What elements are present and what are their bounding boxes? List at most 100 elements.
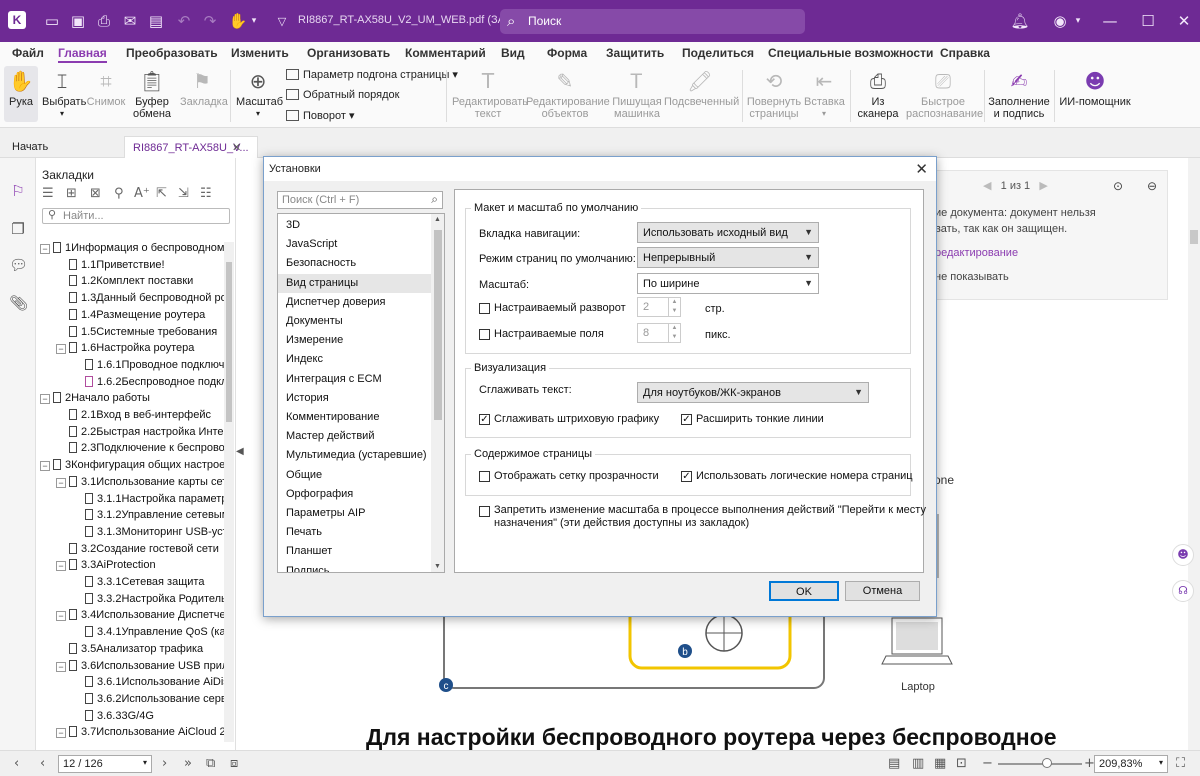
category-item[interactable]: Подпись [278, 562, 431, 572]
zoom-out-icon[interactable]: − [982, 756, 993, 771]
bookmark-item[interactable]: 1.2Комплект поставки [56, 275, 193, 292]
bookmark-delete-icon[interactable]: ⊠ [90, 186, 101, 201]
collapse-toggle-icon[interactable]: − [56, 611, 66, 622]
settings-circle-icon[interactable]: ⊙ [1113, 179, 1123, 193]
bookmark-button[interactable]: ⚑ Закладка [180, 66, 228, 108]
menu-share[interactable]: Поделиться [682, 46, 754, 60]
next-page-icon[interactable]: › [162, 756, 167, 771]
window-icon[interactable]: ▤ [146, 11, 166, 31]
bookmark-item[interactable]: 3.2Создание гостевой сети [56, 542, 219, 560]
print-icon[interactable]: ⎙ [94, 11, 114, 31]
from-scanner-button[interactable]: ⎙ Из сканера [854, 66, 902, 120]
bookmarks-scrollbar-thumb[interactable] [226, 262, 232, 422]
edit-text-button[interactable]: T Редактировать текст [452, 66, 528, 120]
collapse-toggle-icon[interactable]: − [40, 394, 50, 405]
fit-page-button[interactable]: Параметр подгона страницы ▾ [286, 68, 458, 81]
bookmark-item[interactable]: − 3.3AiProtection [56, 559, 156, 576]
bookmark-item[interactable]: 1.6.2Беспроводное подклк [72, 375, 224, 393]
category-item[interactable]: Орфография [278, 485, 431, 504]
bookmark-options-icon[interactable]: ☷ [200, 186, 212, 201]
fullscreen-icon[interactable]: ⛶ [1176, 756, 1185, 771]
bookmark-item[interactable]: 3.6.33G/4G [72, 709, 154, 727]
category-item[interactable]: История [278, 389, 431, 408]
ok-button[interactable]: OK [769, 581, 839, 601]
menu-help[interactable]: Справка [940, 46, 990, 60]
rotate-pages-button[interactable]: ⟲ Повернуть страницы [746, 66, 802, 120]
category-item[interactable]: 3D [278, 216, 431, 235]
ai-assistant-button[interactable]: ☻ ИИ-помощник [1058, 66, 1132, 108]
menu-organize[interactable]: Организовать [307, 46, 390, 60]
zoom-percent-input[interactable]: 209,83% ▾ [1094, 755, 1168, 773]
smooth-lineart-checkbox[interactable]: ✓ [479, 414, 490, 425]
copy-page-icon[interactable]: ⧉ [206, 756, 215, 771]
category-item[interactable]: Интеграция с ECM [278, 370, 431, 389]
bookmark-item[interactable]: 1.5Системные требования [56, 325, 217, 343]
bookmark-item[interactable]: 1.6.1Проводное подключе [72, 358, 224, 376]
bookmark-item[interactable]: − 3.1Использование карты сети [56, 475, 224, 493]
document-scrollbar[interactable] [1188, 158, 1200, 750]
category-search-input[interactable]: Поиск (Ctrl + F) ⌕ [277, 191, 443, 209]
minus-circle-icon[interactable]: ⊖ [1147, 179, 1157, 193]
bookmark-item[interactable]: 3.1.3Мониторинг USB-устр [72, 525, 224, 543]
page-mode-dropdown[interactable]: Непрерывный ▼ [637, 247, 819, 268]
search-input[interactable]: ⌕ Поиск [500, 9, 805, 34]
close-icon[interactable]: ✕ [1174, 11, 1194, 31]
category-scrollbar-thumb[interactable] [434, 230, 442, 420]
bookmark-add-icon[interactable]: ⊞ [66, 186, 77, 201]
maximize-icon[interactable]: ☐ [1138, 11, 1158, 31]
bookmark-item[interactable]: 3.6.2Использование сервер [72, 692, 224, 710]
category-item[interactable]: Вид страницы [278, 273, 431, 293]
category-item[interactable]: Мастер действий [278, 427, 431, 446]
category-item[interactable]: Мультимедиа (устаревшие) [278, 446, 431, 465]
collapse-toggle-icon[interactable]: − [40, 244, 50, 254]
enable-editing-link[interactable]: редактирование [935, 247, 1018, 259]
ai-side-icon[interactable]: ☻ [1172, 544, 1194, 566]
collapse-toggle-icon[interactable]: − [56, 661, 66, 672]
category-item[interactable]: Измерение [278, 331, 431, 350]
bookmark-find-icon[interactable]: ⚲ [114, 186, 124, 201]
bookmark-item[interactable]: 3.1.2Управление сетевыми [72, 509, 224, 526]
prev-nav-icon[interactable]: ‹ [14, 756, 19, 771]
stepper-arrows-icon[interactable]: ▲ ▼ [668, 298, 680, 316]
bookmark-item[interactable]: − 1.6Настройка роутера [56, 342, 194, 359]
single-page-icon[interactable]: ▤ [888, 756, 900, 771]
select-button[interactable]: 𝙸 Выбрать ▾ [42, 66, 86, 120]
bookmark-item[interactable]: 3.6.1Использование AiDisk [72, 676, 224, 693]
headset-side-icon[interactable]: ☊ [1172, 580, 1194, 602]
zoom-slider[interactable] [998, 763, 1082, 765]
expand-all-icon[interactable]: ⇱ [156, 186, 167, 201]
custom-margins-checkbox[interactable] [479, 329, 490, 340]
stepper-arrows-icon[interactable]: ▲ ▼ [668, 324, 680, 342]
last-page-icon[interactable]: » [184, 756, 192, 771]
menu-protect[interactable]: Защитить [606, 46, 664, 60]
bell-icon[interactable]: 🔔︎ [1010, 11, 1030, 31]
highlight-button[interactable]: 🖍︎ Подсвеченный [664, 66, 739, 108]
custom-spread-checkbox[interactable] [479, 303, 490, 314]
email-icon[interactable]: ✉ [120, 11, 140, 31]
collapse-toggle-icon[interactable]: − [56, 561, 66, 572]
rotate-button[interactable]: Поворот ▾ [286, 109, 354, 122]
collapse-toggle-icon[interactable]: − [56, 477, 66, 488]
bookmark-item[interactable]: 3.4.1Управление QoS (каче [72, 626, 224, 643]
thin-lines-checkbox[interactable]: ✓ [681, 414, 692, 425]
bookmark-item[interactable]: 1.3Данный беспроводной роу [56, 292, 224, 309]
bookmark-item[interactable]: − 3.7Использование AiCloud 2.0 [56, 726, 224, 742]
insert-button[interactable]: ⇤ Вставка ▾ [804, 66, 845, 120]
fit-window-icon[interactable]: ⊡ [956, 756, 967, 771]
text-larger-icon[interactable]: A⁺ [134, 186, 150, 201]
collapse-toggle-icon[interactable]: − [56, 728, 66, 739]
collapse-toggle-icon[interactable]: − [56, 344, 66, 355]
bookmark-item[interactable]: − 3Конфигурация общих настроек [40, 459, 224, 476]
fit-width-icon[interactable]: ⧈ [230, 756, 238, 771]
bookmark-item[interactable]: 2.3Подключение к беспровод [56, 442, 224, 459]
continuous-icon[interactable]: ▥ [912, 756, 924, 771]
prev-page-icon[interactable]: ‹ [40, 756, 45, 771]
clipboard-button[interactable]: 📋︎ Буфер обмена [130, 66, 174, 120]
menu-file[interactable]: Файл [12, 46, 44, 60]
redo-icon[interactable]: ↷ [200, 11, 220, 31]
category-item[interactable]: Диспетчер доверия [278, 293, 431, 312]
save-icon[interactable]: ▣ [68, 11, 88, 31]
quick-ocr-button[interactable]: ⎚ Быстрое распознавание [906, 66, 983, 120]
bookmark-list-icon[interactable]: ☰ [42, 186, 54, 201]
custom-spread-stepper[interactable]: 2 ▲ ▼ [637, 297, 681, 317]
